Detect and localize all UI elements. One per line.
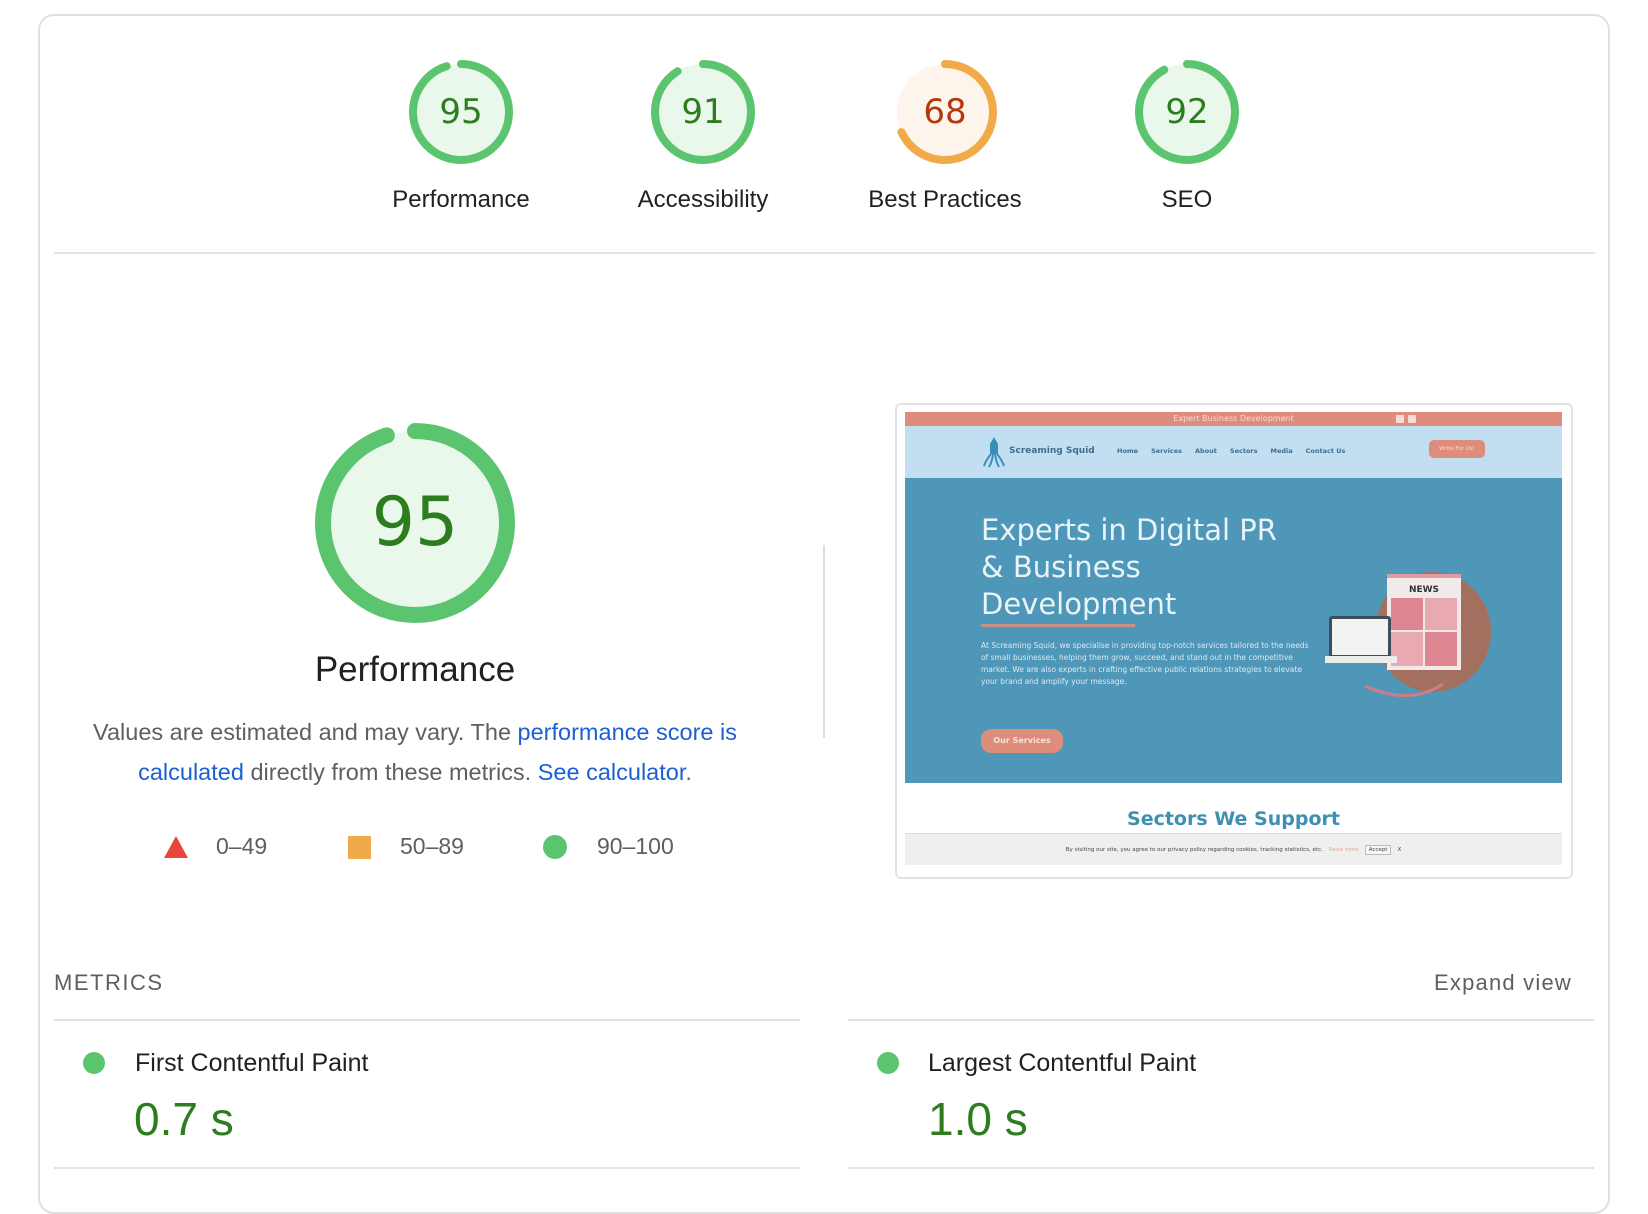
pass-circle-icon [83,1052,105,1074]
illustration-text: NEWS [1409,585,1439,595]
hero-button: Our Services [981,729,1063,753]
gauge-label-performance[interactable]: Performance [341,186,581,214]
facebook-icon [1396,415,1404,423]
description-text: . [685,759,692,785]
performance-score: 95 [371,483,459,562]
triangle-icon [164,835,188,858]
square-icon [348,835,371,859]
gauge-label-seo[interactable]: SEO [1067,186,1307,214]
nav-link: Home [1117,447,1139,455]
section-divider [54,252,1595,254]
legend-fail: 0–49 [163,833,267,860]
legend-pass: 90–100 [543,833,674,860]
site-nav-links: Home Services About Sectors Media Contac… [1117,447,1345,455]
gauge-score: 95 [439,92,483,132]
hero-title-line: Development [981,587,1177,621]
gauge-label-best-practices[interactable]: Best Practices [825,186,1065,214]
hero-title: Experts in Digital PR & Business Develop… [981,512,1277,623]
hero-body: At Screaming Squid, we specialise in pro… [981,641,1309,686]
squid-logo-icon [983,437,1005,468]
metric-value: 0.7 s [134,1093,234,1145]
performance-title: Performance [314,650,516,689]
hero-title-line: & Business [981,550,1141,584]
legend-range: 90–100 [597,833,674,859]
metrics-divider [54,1167,800,1169]
legend-average: 50–89 [347,833,464,860]
cookie-accept: Accept [1364,844,1392,855]
nav-link: Services [1151,447,1182,455]
nav-link: About [1195,447,1217,455]
site-hero: Experts in Digital PR & Business Develop… [905,478,1562,783]
metrics-divider [848,1019,1594,1021]
gauge-seo[interactable]: 92 [1135,60,1239,164]
see-calculator-link[interactable]: See calculator [538,759,686,785]
legend-range: 0–49 [216,833,268,859]
description-text: Values are estimated and may vary. The [93,719,518,745]
cookie-text: By visiting our site, you agree to our p… [1065,846,1323,853]
vertical-divider [823,545,825,738]
nav-link: Contact Us [1305,447,1346,455]
site-topbar: Expert Business Development [905,412,1562,426]
gauge-best-practices[interactable]: 68 [893,60,997,164]
description-text: directly from these metrics. [243,759,538,785]
cookie-close: X [1397,846,1402,853]
site-cta-button: Write For Us! [1429,440,1485,458]
site-brand: Screaming Squid [1009,446,1095,456]
gauge-score: 68 [923,92,967,132]
linkedin-icon [1408,415,1416,423]
performance-gauge: 95 [315,423,515,623]
metric-value: 1.0 s [928,1093,1028,1145]
metrics-divider [848,1167,1594,1169]
legend-range: 50–89 [400,833,464,859]
cookie-bar: By visiting our site, you agree to our p… [905,833,1562,865]
gauge-score: 91 [681,92,725,132]
metric-name: Largest Contentful Paint [928,1049,1197,1077]
nav-link: Sectors [1229,447,1258,455]
pass-circle-icon [877,1052,899,1074]
metrics-divider [54,1019,800,1021]
performance-description: Values are estimated and may vary. The p… [70,712,760,792]
final-screenshot[interactable]: Expert Business Development Screaming Sq… [905,412,1562,870]
expand-view-toggle[interactable]: Expand view [1434,970,1572,996]
cookie-read-more: Read more [1328,846,1359,853]
section-heading: Sectors We Support [1127,808,1340,830]
site-nav: Screaming Squid Home Services About Sect… [905,426,1562,478]
news-illustration: NEWS [1325,572,1491,697]
hero-underline [981,624,1135,627]
metrics-heading: METRICS [54,970,164,995]
gauge-score: 92 [1165,92,1209,132]
metric-name: First Contentful Paint [135,1049,369,1077]
nav-link: Media [1270,447,1293,455]
gauge-label-accessibility[interactable]: Accessibility [583,186,823,214]
gauge-accessibility[interactable]: 91 [651,60,755,164]
topbar-text: Expert Business Development [1173,414,1294,423]
circle-icon [543,834,567,859]
gauge-performance[interactable]: 95 [409,60,513,164]
hero-title-line: Experts in Digital PR [981,513,1277,547]
